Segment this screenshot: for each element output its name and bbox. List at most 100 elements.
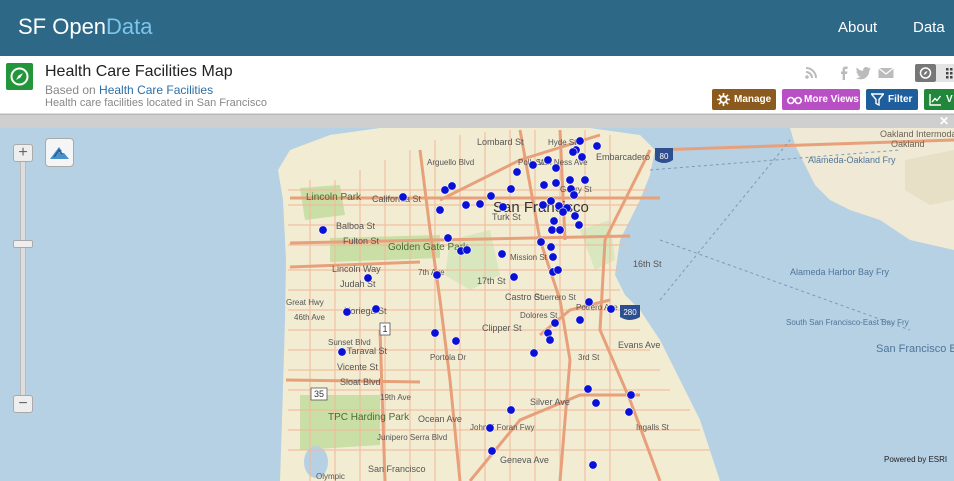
facility-marker[interactable]: [584, 297, 594, 307]
facility-marker[interactable]: [430, 328, 440, 338]
facility-marker[interactable]: [447, 181, 457, 191]
facility-marker[interactable]: [509, 272, 519, 282]
facility-marker[interactable]: [555, 225, 565, 235]
facility-marker[interactable]: [591, 398, 601, 408]
facility-marker[interactable]: [342, 307, 352, 317]
map-label: 17th St: [477, 276, 506, 286]
facility-marker[interactable]: [462, 245, 472, 255]
more-views-button[interactable]: More Views: [782, 89, 860, 110]
map-label: San Francisco Bay: [876, 343, 954, 355]
map-label: Mission St: [510, 253, 548, 262]
facility-marker[interactable]: [548, 252, 558, 262]
zoom-control: + −: [13, 144, 33, 414]
email-icon[interactable]: [878, 66, 894, 80]
filter-button[interactable]: Filter: [866, 89, 918, 110]
facility-marker[interactable]: [558, 207, 568, 217]
facility-marker[interactable]: [583, 384, 593, 394]
highway-shield: 80: [660, 152, 669, 161]
facility-marker[interactable]: [512, 167, 522, 177]
facility-marker[interactable]: [551, 163, 561, 173]
facility-marker[interactable]: [574, 220, 584, 230]
parent-dataset-link[interactable]: Health Care Facilities: [99, 83, 213, 97]
facility-marker[interactable]: [498, 202, 508, 212]
facility-marker[interactable]: [461, 200, 471, 210]
logo-accent: Data: [106, 14, 153, 39]
facility-marker[interactable]: [626, 390, 636, 400]
facility-marker[interactable]: [551, 178, 561, 188]
facility-marker[interactable]: [451, 336, 461, 346]
twitter-icon[interactable]: [856, 66, 872, 80]
facility-marker[interactable]: [529, 348, 539, 358]
facility-marker[interactable]: [363, 273, 373, 283]
facility-marker[interactable]: [337, 347, 347, 357]
facility-marker[interactable]: [549, 216, 559, 226]
facility-marker[interactable]: [546, 242, 556, 252]
facility-marker[interactable]: [318, 225, 328, 235]
facility-marker[interactable]: [565, 175, 575, 185]
facility-marker[interactable]: [432, 270, 442, 280]
based-on-text: Based on Health Care Facilities: [45, 83, 213, 97]
visualize-label: V: [946, 94, 953, 105]
facility-marker[interactable]: [606, 304, 616, 314]
nav-data-link[interactable]: Data: [913, 19, 945, 36]
zoom-track[interactable]: [20, 156, 26, 406]
facility-marker[interactable]: [443, 233, 453, 243]
facility-marker[interactable]: [575, 315, 585, 325]
visualize-button[interactable]: V: [924, 89, 954, 110]
facility-marker[interactable]: [487, 446, 497, 456]
map-label: 16th St: [633, 259, 662, 269]
facility-marker[interactable]: [547, 225, 557, 235]
filter-label: Filter: [888, 94, 913, 105]
dataset-description: Health care facilities located in San Fr…: [45, 97, 267, 109]
facility-marker[interactable]: [485, 423, 495, 433]
nav-about-link[interactable]: About: [838, 19, 877, 36]
facility-marker[interactable]: [570, 211, 580, 221]
facility-marker[interactable]: [592, 141, 602, 151]
facility-marker[interactable]: [506, 405, 516, 415]
map-label: Vicente St: [337, 362, 378, 372]
facility-marker[interactable]: [538, 200, 548, 210]
facility-marker[interactable]: [577, 152, 587, 162]
facility-marker[interactable]: [569, 190, 579, 200]
facility-marker[interactable]: [553, 265, 563, 275]
map-view[interactable]: Lombard St Embarcadero Lincoln Park Cali…: [0, 128, 954, 481]
manage-button[interactable]: Manage: [712, 89, 776, 110]
facility-marker[interactable]: [398, 192, 408, 202]
map-label: Lincoln Park: [306, 192, 362, 203]
map-label: John F Foran Fwy: [470, 423, 534, 432]
map-label: Oakland Intermodal: [880, 129, 954, 139]
map-label: Silver Ave: [530, 397, 570, 407]
facility-marker[interactable]: [588, 460, 598, 470]
facility-marker[interactable]: [546, 196, 556, 206]
based-on-prefix: Based on: [45, 83, 100, 97]
facility-marker[interactable]: [624, 407, 634, 417]
facility-marker[interactable]: [568, 147, 578, 157]
layers-icon[interactable]: [45, 138, 74, 167]
facility-marker[interactable]: [536, 237, 546, 247]
map-label: Portola Dr: [430, 353, 466, 362]
facility-marker[interactable]: [580, 175, 590, 185]
facility-marker[interactable]: [550, 318, 560, 328]
more-views-label: More Views: [804, 94, 859, 105]
facility-marker[interactable]: [486, 191, 496, 201]
facility-marker[interactable]: [545, 335, 555, 345]
site-logo[interactable]: SF OpenData: [18, 14, 153, 40]
facility-marker[interactable]: [371, 304, 381, 314]
view-toggle[interactable]: [915, 64, 954, 82]
facility-marker[interactable]: [528, 160, 538, 170]
zoom-in-button[interactable]: +: [13, 144, 33, 162]
facility-marker[interactable]: [435, 205, 445, 215]
facility-marker[interactable]: [539, 180, 549, 190]
map-label: Evans Ave: [618, 340, 660, 350]
facility-marker[interactable]: [575, 136, 585, 146]
top-navigation-bar: SF OpenData About Data: [0, 0, 954, 56]
facebook-icon[interactable]: [836, 66, 852, 80]
facility-marker[interactable]: [497, 249, 507, 259]
close-icon[interactable]: ✕: [938, 114, 950, 128]
facility-marker[interactable]: [543, 155, 553, 165]
facility-marker[interactable]: [475, 199, 485, 209]
zoom-slider-handle[interactable]: [13, 240, 33, 248]
rss-icon[interactable]: [804, 66, 820, 80]
zoom-out-button[interactable]: −: [13, 395, 33, 413]
facility-marker[interactable]: [506, 184, 516, 194]
